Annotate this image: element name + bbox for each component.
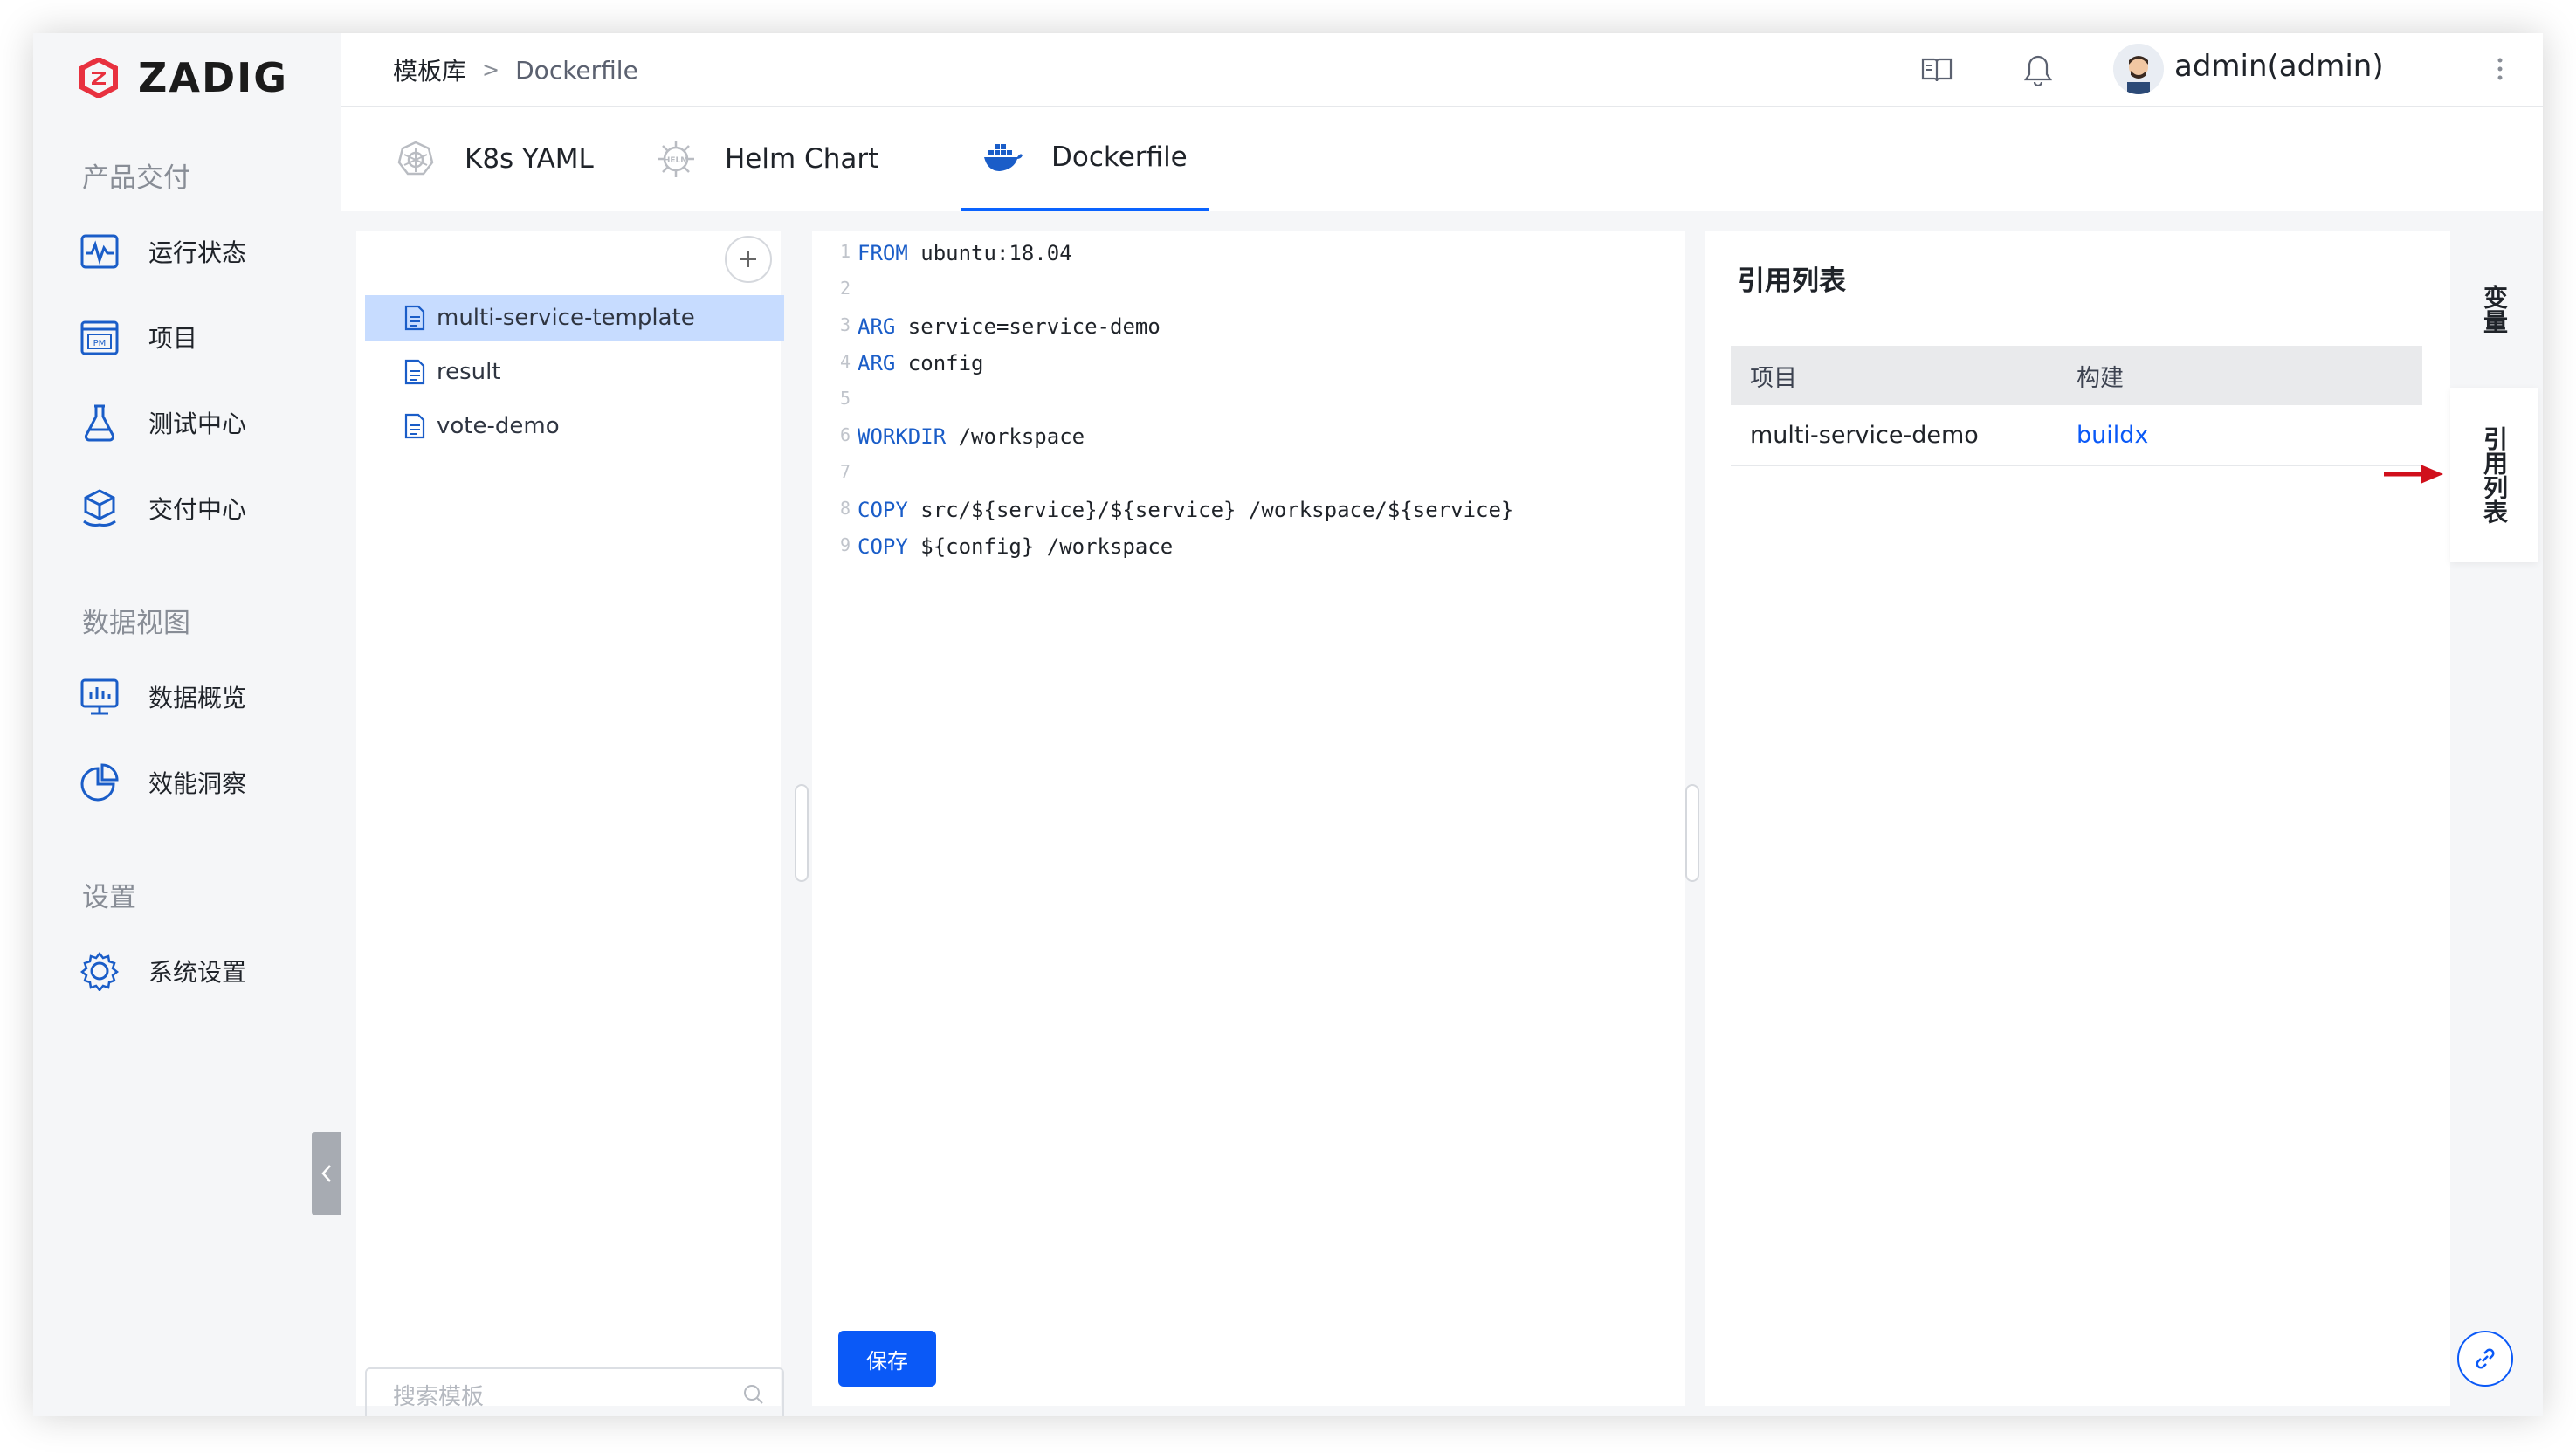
resize-handle-right[interactable] <box>1685 784 1699 882</box>
search-placeholder: 搜索模板 <box>393 1383 485 1410</box>
column-header-project: 项目 <box>1750 364 1797 392</box>
section-title-data: 数据视图 <box>82 608 190 639</box>
file-icon <box>404 413 425 439</box>
username[interactable]: admin(admin) <box>2174 49 2384 84</box>
bell-icon[interactable] <box>2021 52 2056 87</box>
template-item-label: result <box>437 359 501 385</box>
breadcrumb: 模板库 > Dockerfile <box>393 52 638 87</box>
row-build-link[interactable]: buildx <box>2077 422 2422 449</box>
sidebar-item-data-overview[interactable]: 数据概览 <box>79 671 246 723</box>
sidebar-item-delivery-center[interactable]: 交付中心 <box>79 482 246 534</box>
svg-text:PM: PM <box>93 339 107 348</box>
tab-k8s-yaml[interactable]: K8s YAML <box>395 107 594 211</box>
add-template-button[interactable] <box>725 236 772 283</box>
more-vertical-icon[interactable] <box>2496 54 2504 87</box>
plus-icon <box>740 251 756 267</box>
template-item-label: vote-demo <box>437 413 560 439</box>
section-title-delivery: 产品交付 <box>82 162 190 194</box>
sidebar-item-system-settings[interactable]: 系统设置 <box>79 945 246 997</box>
sidebar-item-label: 运行状态 <box>148 238 247 267</box>
sidebar-item-label: 交付中心 <box>148 495 247 524</box>
sidebar-item-label: 效能洞察 <box>148 769 247 798</box>
bar-chart-monitor-icon <box>79 676 121 718</box>
code-line: 5 <box>839 388 851 409</box>
tab-label: K8s YAML <box>465 143 594 175</box>
sidebar-item-label: 项目 <box>148 324 198 353</box>
helm-icon: HELM <box>655 138 697 180</box>
breadcrumb-root[interactable]: 模板库 <box>393 52 466 87</box>
breadcrumb-separator: > <box>482 58 500 82</box>
zadig-logo-icon <box>79 58 118 98</box>
side-tab-label: 变量 <box>2480 285 2509 334</box>
package-icon <box>79 487 121 529</box>
app-window: ZADIG 产品交付 运行状态 PM 项目 测试中心 交付中心 数据视图 数据概… <box>33 33 2543 1416</box>
tab-label: Helm Chart <box>725 143 879 175</box>
template-search-input[interactable]: 搜索模板 <box>365 1367 784 1416</box>
save-button[interactable]: 保存 <box>838 1331 936 1387</box>
code-line: 1 FROM ubuntu:18.04 <box>839 241 1072 265</box>
avatar[interactable] <box>2113 44 2164 94</box>
sidebar-item-label: 测试中心 <box>148 410 247 438</box>
sidebar-item-label: 系统设置 <box>148 958 247 987</box>
gear-icon <box>79 950 121 992</box>
tab-label: Dockerfile <box>1051 141 1188 173</box>
project-pm-icon: PM <box>79 316 121 358</box>
pie-chart-icon <box>79 761 121 803</box>
row-project: multi-service-demo <box>1750 422 1979 449</box>
top-bar: 模板库 > Dockerfile admin(admin) <box>341 33 2543 107</box>
side-tab-references[interactable]: 引用列表 <box>2450 388 2538 562</box>
resize-handle-left[interactable] <box>795 784 809 882</box>
sidebar-item-label: 数据概览 <box>148 684 247 713</box>
sidebar-item-test-center[interactable]: 测试中心 <box>79 396 246 449</box>
docker-icon <box>981 136 1023 178</box>
side-tab-variables[interactable]: 变量 <box>2450 231 2538 388</box>
reference-table: 项目 构建 multi-service-demo buildx <box>1731 346 2422 466</box>
chevron-left-icon <box>320 1165 331 1182</box>
tab-dockerfile[interactable]: Dockerfile <box>961 107 1209 211</box>
code-line: 3 ARG service=service-demo <box>839 314 1161 339</box>
docs-book-icon[interactable] <box>1919 52 1954 87</box>
file-icon <box>404 305 425 331</box>
sidebar-item-projects[interactable]: PM 项目 <box>79 311 197 363</box>
code-line: 7 <box>839 461 851 482</box>
code-line: 6 WORKDIR /workspace <box>839 424 1085 449</box>
annotation-arrow-icon <box>2384 465 2443 484</box>
table-row: multi-service-demo buildx <box>1731 405 2422 466</box>
section-title-settings: 设置 <box>82 882 136 913</box>
kubernetes-icon <box>395 138 437 180</box>
brand-name: ZADIG <box>138 54 289 101</box>
tab-helm-chart[interactable]: HELM Helm Chart <box>655 107 878 211</box>
code-line: 4 ARG config <box>839 351 984 375</box>
link-button[interactable] <box>2457 1331 2513 1387</box>
template-item-vote-demo[interactable]: vote-demo <box>365 403 784 449</box>
side-tab-bar: 变量 引用列表 <box>2450 231 2543 1406</box>
template-list-panel: multi-service-template result vote-demo … <box>356 231 784 1416</box>
template-item-multi-service-template[interactable]: multi-service-template <box>365 295 784 341</box>
sidebar-collapse-button[interactable] <box>312 1132 341 1215</box>
reference-list-title: 引用列表 <box>1738 265 1846 297</box>
code-line: 8 COPY src/${service}/${service} /workspa… <box>839 498 1514 522</box>
template-item-result[interactable]: result <box>365 349 784 395</box>
pulse-monitor-icon <box>79 231 121 272</box>
reference-list-panel: 引用列表 项目 构建 multi-service-demo buildx <box>1705 231 2450 1406</box>
column-header-build: 构建 <box>2077 364 2124 392</box>
sidebar: ZADIG 产品交付 运行状态 PM 项目 测试中心 交付中心 数据视图 数据概… <box>33 33 341 1416</box>
file-icon <box>404 359 425 385</box>
link-icon <box>2476 1348 2495 1369</box>
search-icon <box>744 1385 763 1404</box>
sidebar-item-insights[interactable]: 效能洞察 <box>79 756 246 809</box>
sidebar-item-status[interactable]: 运行状态 <box>79 225 246 278</box>
table-header: 项目 构建 <box>1731 346 2422 405</box>
side-tab-label: 引用列表 <box>2480 426 2509 524</box>
code-line: 9 COPY ${config} /workspace <box>839 534 1174 559</box>
breadcrumb-current: Dockerfile <box>515 55 638 85</box>
template-tabs: K8s YAML HELM Helm Chart Dockerfile <box>341 107 2543 211</box>
code-line: 2 <box>839 278 851 299</box>
svg-text:HELM: HELM <box>664 156 688 165</box>
logo[interactable]: ZADIG <box>79 54 288 101</box>
flask-icon <box>79 402 121 444</box>
template-item-label: multi-service-template <box>437 305 695 331</box>
dockerfile-editor[interactable]: 1 FROM ubuntu:18.04 2 3 ARG service=servic… <box>812 231 1685 1406</box>
